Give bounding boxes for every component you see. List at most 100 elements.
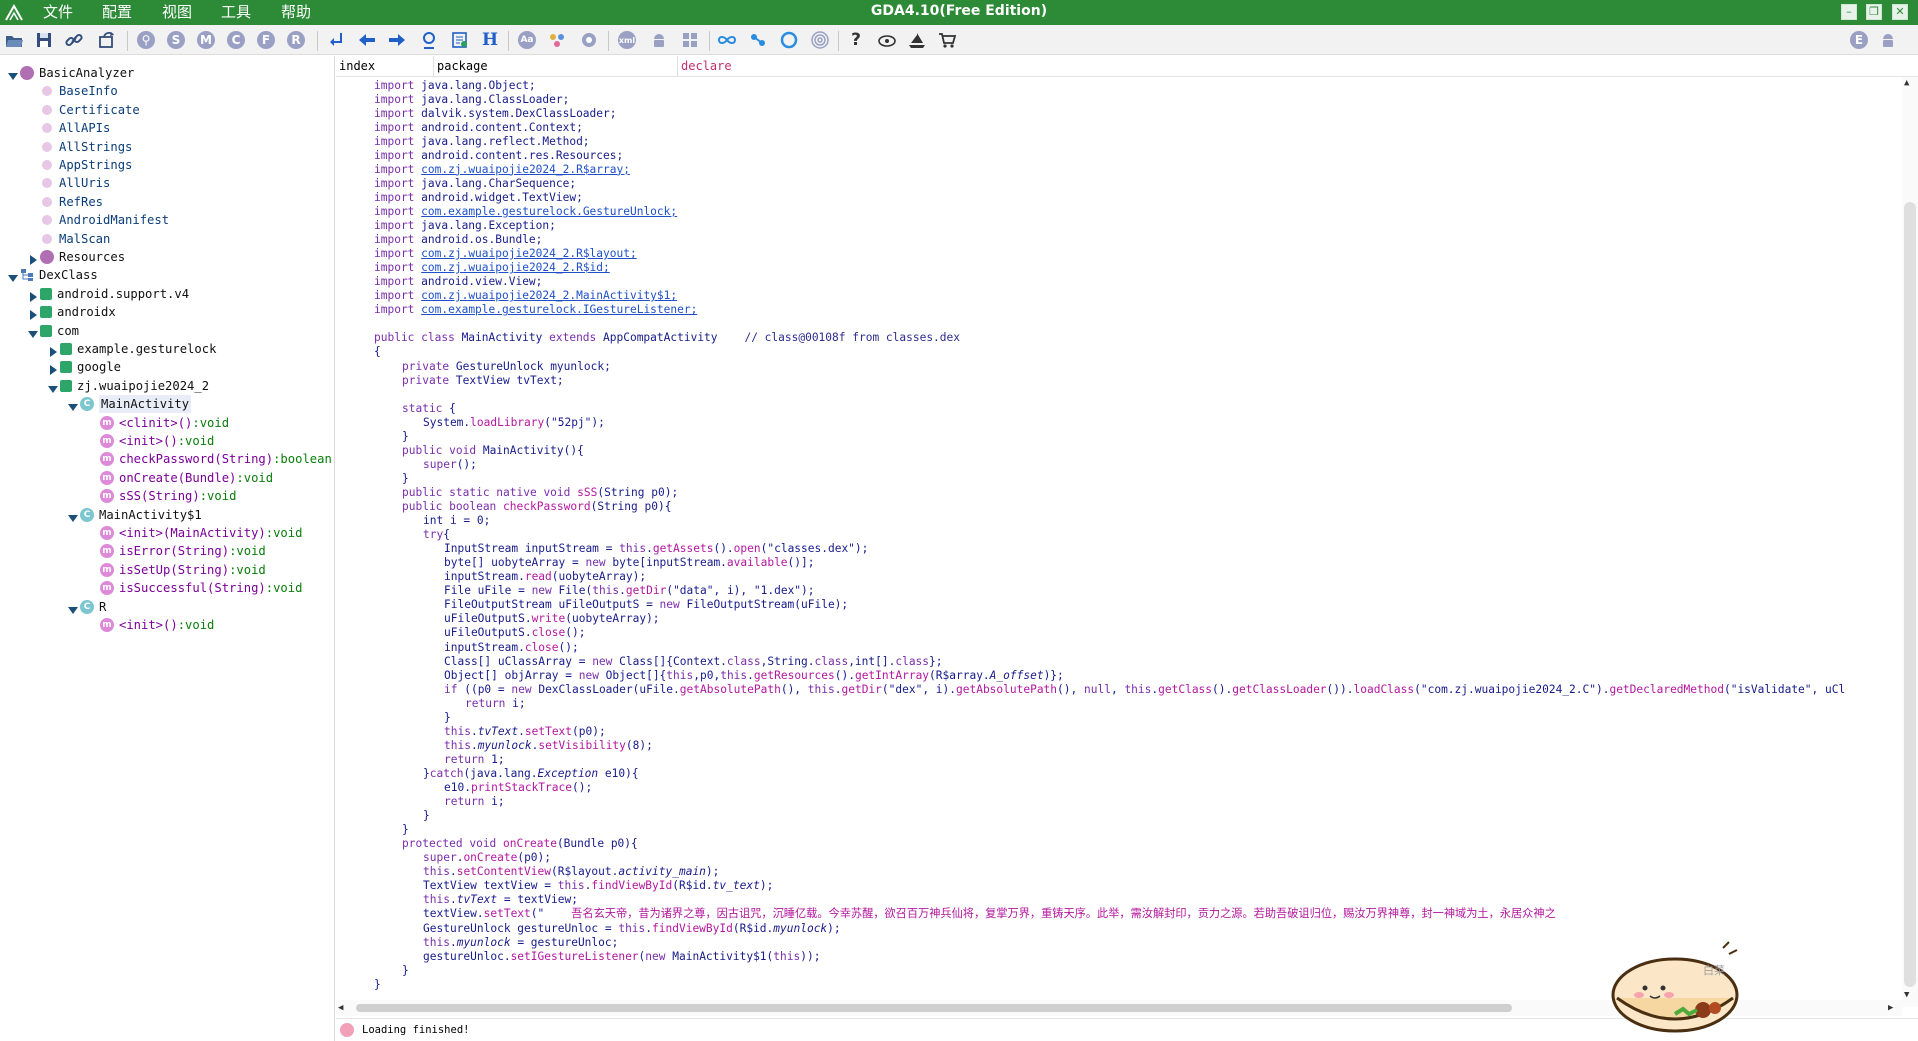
code-import-link[interactable]: com.example.gesturelock.GestureUnlock;	[421, 205, 677, 218]
code-line[interactable]: byte[] uobyteArray = new byte[inputStrea…	[444, 556, 815, 570]
code-line[interactable]: import android.content.res.Resources;	[374, 149, 623, 163]
code-line[interactable]: }	[402, 823, 409, 837]
search-icon[interactable]: ⚲	[135, 29, 157, 51]
menu-file[interactable]: 文件	[43, 2, 73, 22]
settings-icon[interactable]	[578, 29, 600, 51]
jump-icon[interactable]	[326, 29, 348, 51]
code-line[interactable]: Class[] uClassArray = new Class[]{Contex…	[444, 655, 943, 669]
m-icon[interactable]: M	[195, 29, 217, 51]
scroll-down-icon[interactable]: ▼	[1904, 990, 1909, 1000]
e-icon[interactable]: E	[1848, 29, 1870, 51]
menu-help[interactable]: 帮助	[281, 2, 311, 22]
code-line[interactable]: public class MainActivity extends AppCom…	[374, 331, 960, 345]
expand-arrow-icon[interactable]	[8, 270, 18, 283]
graph-icon[interactable]	[546, 29, 568, 51]
open-icon[interactable]	[3, 29, 25, 51]
code-line[interactable]: }	[402, 964, 409, 978]
scroll-left-icon[interactable]: ◀	[338, 1003, 343, 1013]
user-icon[interactable]	[418, 29, 440, 51]
code-line[interactable]: this.myunlock.setVisibility(8);	[444, 739, 653, 753]
code-line[interactable]: private TextView tvText;	[402, 374, 564, 388]
vertical-scroll-thumb[interactable]	[1904, 202, 1916, 987]
forward-arrow-icon[interactable]	[386, 29, 408, 51]
code-line[interactable]: {	[374, 345, 381, 359]
code-line[interactable]: }	[423, 809, 430, 823]
code-line[interactable]: GestureUnlock gestureUnloc = this.findVi…	[423, 922, 841, 936]
tree-node[interactable]: Resources	[28, 248, 125, 266]
maximize-button[interactable]: ❐	[1866, 4, 1882, 20]
tree-method-item[interactable]: m <clinit>():void	[88, 414, 229, 432]
tree-analyzer-item[interactable]: BaseInfo	[28, 82, 118, 100]
code-line[interactable]: public static native void sSS(String p0)…	[402, 486, 678, 500]
c-icon[interactable]: C	[225, 29, 247, 51]
code-line[interactable]: try{	[423, 528, 450, 542]
code-line[interactable]: import java.lang.reflect.Method;	[374, 135, 590, 149]
code-line[interactable]: public boolean checkPassword(String p0){	[402, 500, 671, 514]
tree-analyzer-item[interactable]: AllAPIs	[28, 119, 110, 137]
tree-node[interactable]: google	[48, 358, 121, 376]
horizontal-scroll-thumb[interactable]	[356, 1004, 1512, 1012]
code-line[interactable]: InputStream inputStream = this.getAssets…	[444, 542, 868, 556]
declare-column-header[interactable]: declare	[678, 56, 1918, 77]
menu-config[interactable]: 配置	[102, 2, 132, 22]
tree-node[interactable]: example.gesturelock	[48, 340, 216, 358]
code-line[interactable]: this.myunlock = gestureUnloc;	[423, 936, 618, 950]
expand-arrow-icon[interactable]	[68, 399, 78, 412]
s-icon[interactable]: S	[165, 29, 187, 51]
tree-method-item[interactable]: m onCreate(Bundle):void	[88, 469, 273, 487]
tree-node[interactable]: BasicAnalyzer	[8, 64, 134, 82]
tree-node[interactable]: android.support.v4	[28, 285, 189, 303]
collapsed-arrow-icon[interactable]	[48, 362, 58, 376]
code-line[interactable]: public void MainActivity(){	[402, 444, 584, 458]
code-line[interactable]: uFileOutputS.write(uobyteArray);	[444, 612, 660, 626]
loop-icon[interactable]	[716, 29, 738, 51]
tree-node[interactable]: com	[28, 322, 79, 340]
tree-node[interactable]: C MainActivity	[68, 395, 192, 414]
code-line[interactable]: import android.view.View;	[374, 275, 542, 289]
code-line[interactable]: }	[402, 472, 409, 486]
aa-icon[interactable]: Aa	[516, 29, 538, 51]
tree-method-item[interactable]: m <init>():void	[88, 616, 214, 634]
code-line[interactable]: import java.lang.ClassLoader;	[374, 93, 569, 107]
code-line[interactable]: textView.setText(" 吾名玄天帝，昔为诸界之尊，因古诅咒，沉睡亿…	[423, 907, 1556, 921]
menu-view[interactable]: 视图	[162, 2, 192, 22]
code-line[interactable]: }	[402, 430, 409, 444]
fingerprint-icon[interactable]	[809, 29, 831, 51]
code-line[interactable]: }catch(java.lang.Exception e10){	[423, 767, 639, 781]
tool-icon[interactable]	[747, 29, 769, 51]
code-line[interactable]: FileOutputStream uFileOutputS = new File…	[444, 598, 848, 612]
code-line[interactable]: System.loadLibrary("52pj");	[423, 416, 605, 430]
close-button[interactable]: ✕	[1892, 4, 1908, 20]
expand-arrow-icon[interactable]	[8, 68, 18, 80]
tree-method-item[interactable]: m checkPassword(String):boolean	[88, 450, 332, 468]
code-line[interactable]: return i;	[444, 795, 505, 809]
r-icon[interactable]: R	[285, 29, 307, 51]
cloud-icon[interactable]	[876, 29, 898, 51]
code-line[interactable]: import android.os.Bundle;	[374, 233, 542, 247]
code-line[interactable]: }	[374, 978, 381, 992]
cart-icon[interactable]	[936, 29, 958, 51]
xref-icon[interactable]	[449, 29, 471, 51]
code-line[interactable]: private GestureUnlock myunlock;	[402, 360, 611, 374]
code-line[interactable]: }	[444, 711, 451, 725]
tree-analyzer-item[interactable]: Certificate	[28, 101, 140, 119]
code-line[interactable]: if ((p0 = new DexClassLoader(uFile.getAb…	[444, 683, 1845, 697]
tree-method-item[interactable]: m sSS(String):void	[88, 487, 236, 505]
code-line[interactable]: uFileOutputS.close();	[444, 626, 585, 640]
scroll-right-icon[interactable]: ▶	[1888, 1003, 1893, 1013]
code-import-link[interactable]: com.example.gesturelock.IGestureListener…	[421, 303, 697, 316]
ship-icon[interactable]	[906, 29, 928, 51]
windows-icon[interactable]	[679, 29, 701, 51]
circle-icon[interactable]	[778, 29, 800, 51]
back-arrow-icon[interactable]	[356, 29, 378, 51]
code-line[interactable]: static {	[402, 402, 456, 416]
expand-arrow-icon[interactable]	[48, 381, 58, 393]
code-line[interactable]: import java.lang.CharSequence;	[374, 177, 576, 191]
tree-analyzer-item[interactable]: RefRes	[28, 193, 103, 211]
tree-method-item[interactable]: m isSetUp(String):void	[88, 561, 266, 579]
collapsed-arrow-icon[interactable]	[28, 252, 38, 265]
code-line[interactable]: return i;	[465, 697, 526, 711]
menu-tools[interactable]: 工具	[221, 2, 251, 22]
code-line[interactable]: File uFile = new File(this.getDir("data"…	[444, 584, 815, 598]
code-line[interactable]: protected void onCreate(Bundle p0){	[402, 837, 638, 851]
